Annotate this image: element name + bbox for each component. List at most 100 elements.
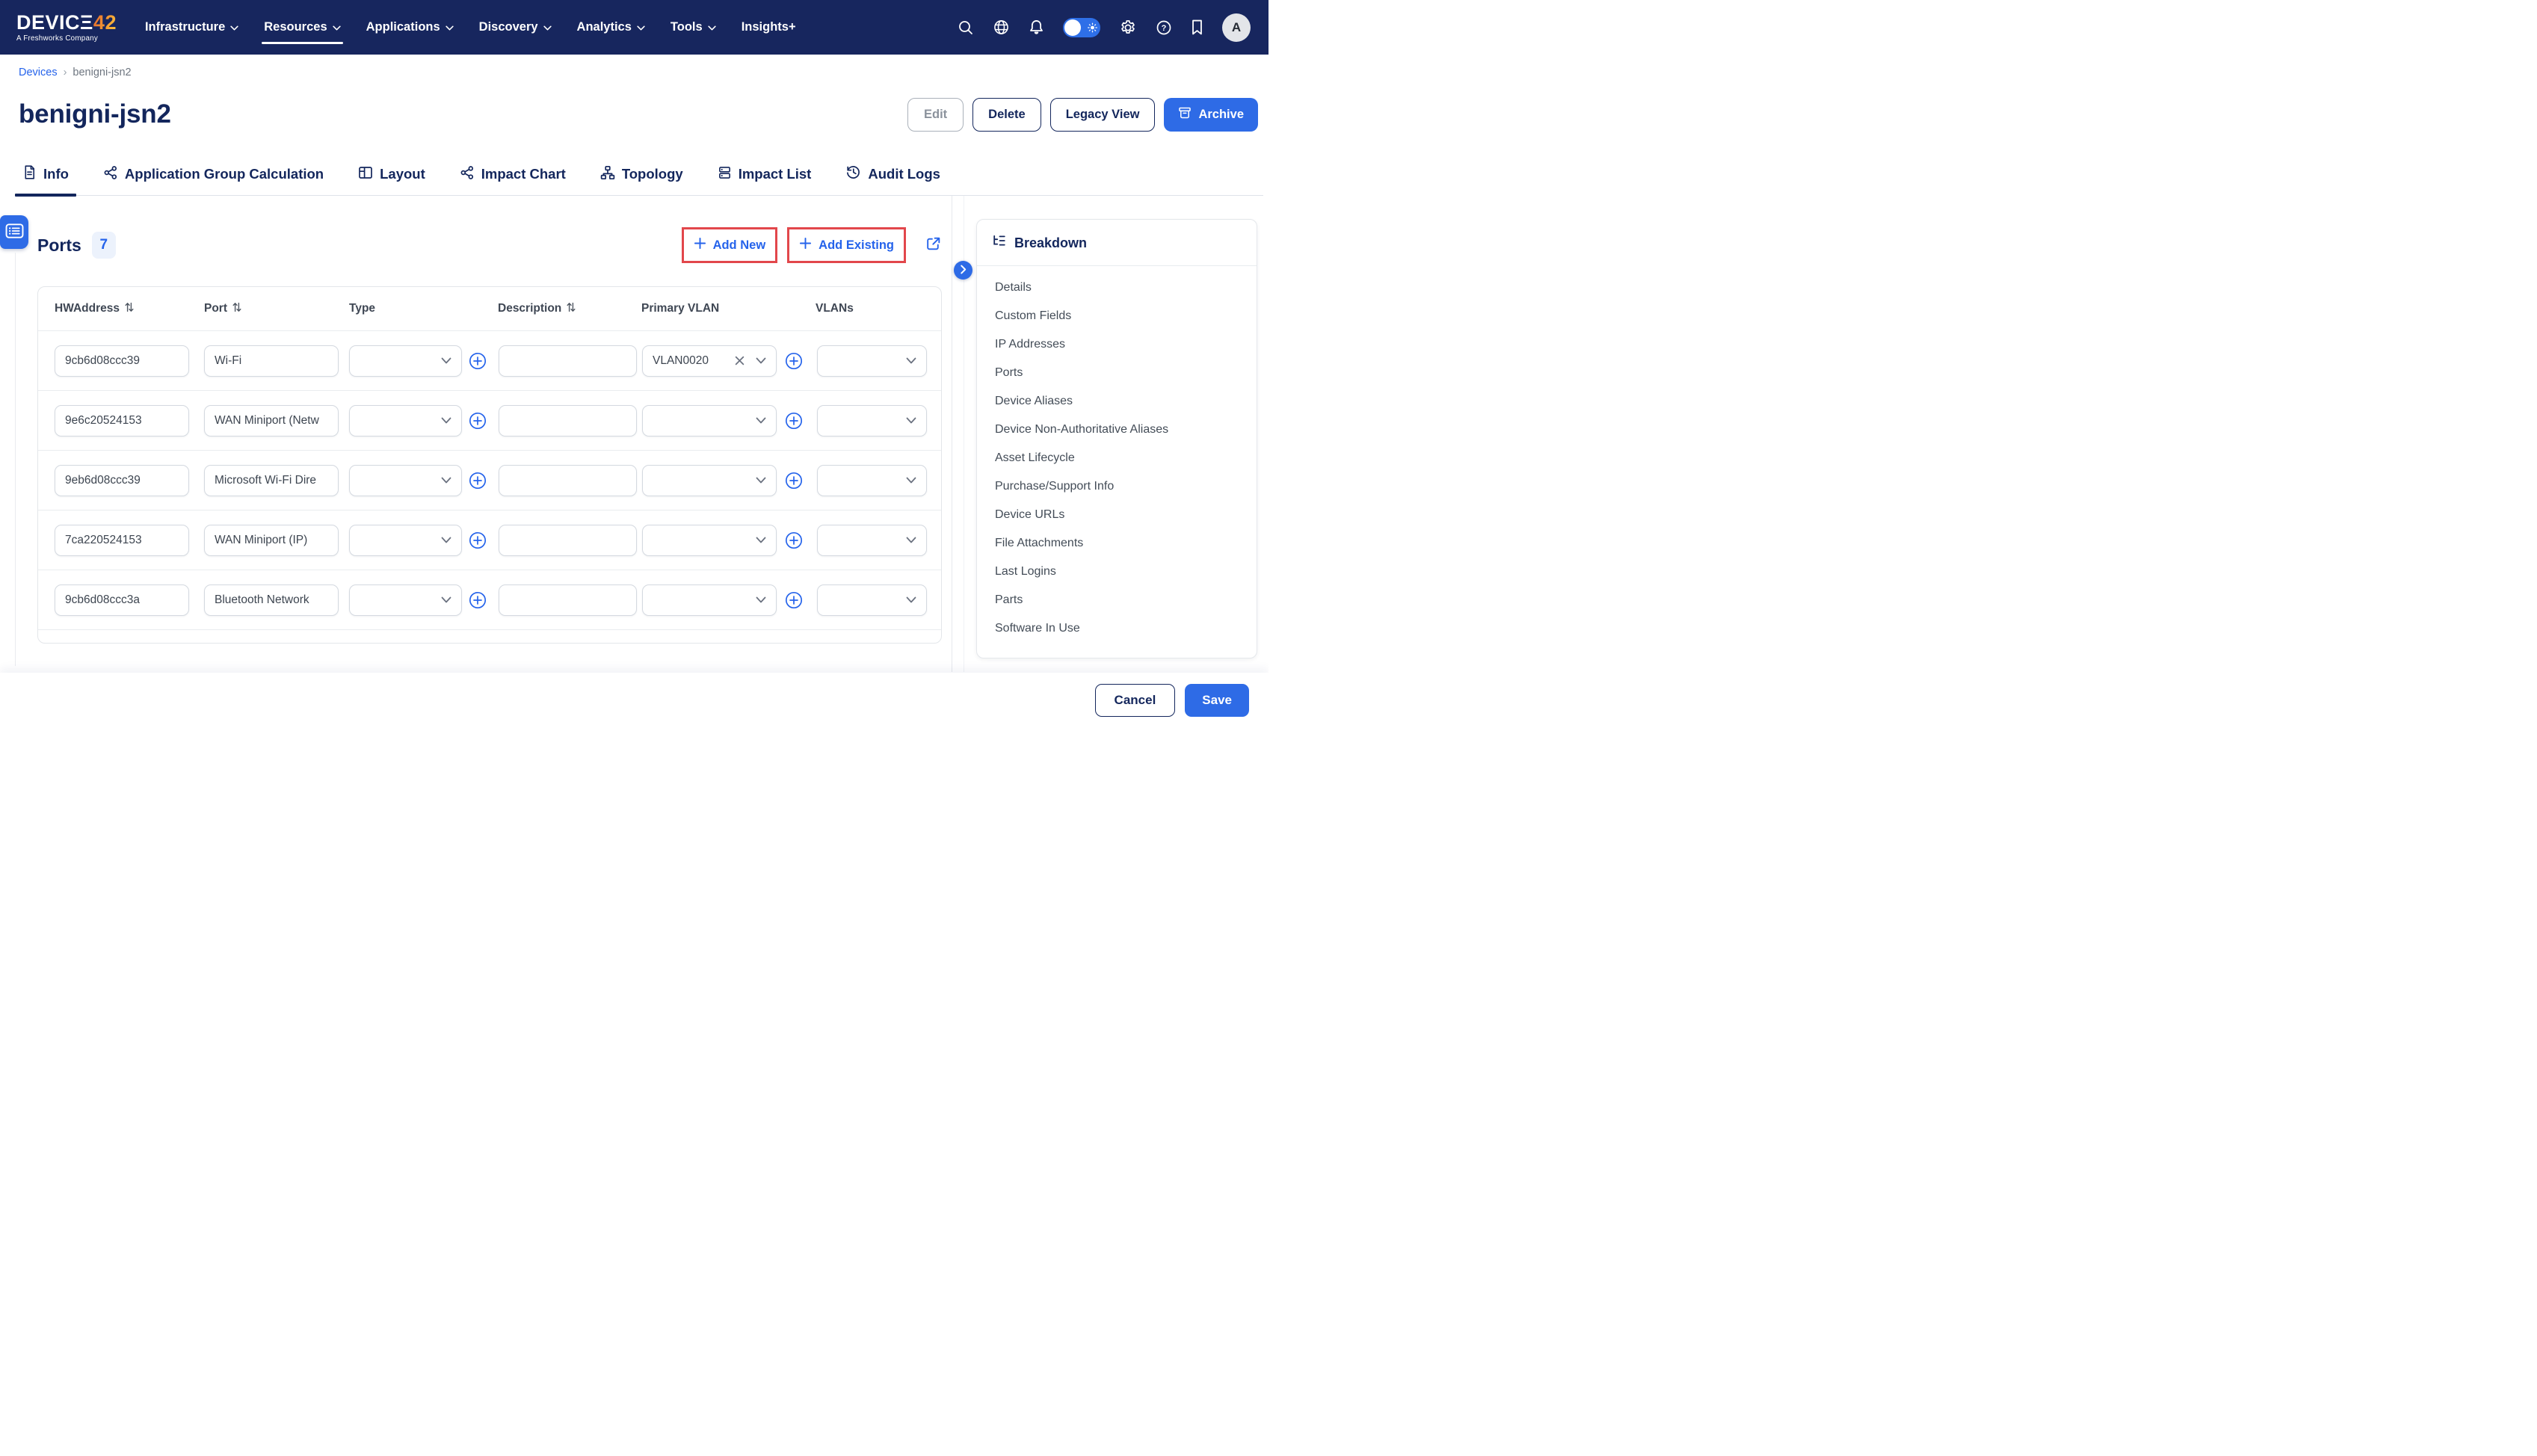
sort-icon[interactable]	[125, 302, 134, 316]
type-select[interactable]	[349, 405, 462, 437]
column-header-port[interactable]: Port	[204, 302, 339, 316]
add-type-button[interactable]	[469, 412, 487, 430]
add-vlan-button[interactable]	[785, 591, 803, 609]
sort-icon[interactable]	[232, 302, 241, 316]
primary-vlan-select[interactable]	[642, 525, 777, 556]
add-vlan-button[interactable]	[785, 531, 803, 549]
primary-vlan-select[interactable]	[642, 584, 777, 616]
nav-item-infrastructure[interactable]: Infrastructure	[145, 0, 238, 55]
hwaddress-input[interactable]: 9cb6d08ccc39	[55, 345, 189, 377]
description-input[interactable]	[499, 465, 637, 496]
nav-item-discovery[interactable]: Discovery	[479, 0, 552, 55]
port-input[interactable]: WAN Miniport (Netw	[204, 405, 339, 437]
hwaddress-input[interactable]: 9cb6d08ccc3a	[55, 584, 189, 616]
collapse-breakdown-button[interactable]	[954, 261, 972, 280]
add-vlan-button[interactable]	[785, 352, 803, 370]
breakdown-item-file-attachments[interactable]: File Attachments	[977, 529, 1257, 558]
description-input[interactable]	[499, 405, 637, 437]
breakdown-item-custom-fields[interactable]: Custom Fields	[977, 302, 1257, 330]
breakdown-item-details[interactable]: Details	[977, 274, 1257, 302]
breakdown-item-parts[interactable]: Parts	[977, 586, 1257, 614]
vlans-select[interactable]	[817, 405, 927, 437]
nav-item-tools[interactable]: Tools	[671, 0, 716, 55]
add-type-button[interactable]	[469, 472, 487, 490]
ports-section-header: Ports 7 Add New Add Existing	[37, 227, 942, 263]
add-type-button[interactable]	[469, 591, 487, 609]
cancel-button[interactable]: Cancel	[1095, 684, 1176, 717]
device42-logo[interactable]: DEVICΞ42 A Freshworks Company	[16, 13, 117, 43]
sort-icon[interactable]	[567, 302, 576, 316]
tab-impact-list[interactable]: Impact List	[718, 164, 812, 195]
tab-topology[interactable]: Topology	[600, 164, 683, 195]
hwaddress-input[interactable]: 7ca220524153	[55, 525, 189, 556]
delete-button[interactable]: Delete	[972, 98, 1041, 132]
breakdown-item-device-urls[interactable]: Device URLs	[977, 501, 1257, 529]
breakdown-item-purchase-support-info[interactable]: Purchase/Support Info	[977, 472, 1257, 501]
type-select[interactable]	[349, 525, 462, 556]
column-header-hwaddress[interactable]: HWAddress	[55, 302, 189, 316]
add-new-button[interactable]: Add New	[684, 229, 776, 261]
nav-item-analytics[interactable]: Analytics	[577, 0, 645, 55]
search-icon[interactable]	[958, 19, 974, 36]
vlans-select[interactable]	[817, 345, 927, 377]
bookmark-icon[interactable]	[1191, 19, 1203, 35]
port-input[interactable]: Bluetooth Network	[204, 584, 339, 616]
bell-icon[interactable]	[1029, 19, 1044, 36]
breakdown-item-last-logins[interactable]: Last Logins	[977, 558, 1257, 586]
primary-vlan-select[interactable]	[642, 405, 777, 437]
avatar[interactable]: A	[1222, 13, 1251, 42]
description-input[interactable]	[499, 345, 637, 377]
tab-impact-chart[interactable]: Impact Chart	[460, 164, 566, 195]
add-vlan-button[interactable]	[785, 472, 803, 490]
side-panel-toggle[interactable]	[0, 215, 28, 249]
add-vlan-button[interactable]	[785, 412, 803, 430]
legacy-view-button[interactable]: Legacy View	[1050, 98, 1156, 132]
archive-button[interactable]: Archive	[1164, 98, 1258, 132]
save-button[interactable]: Save	[1185, 684, 1249, 717]
breakdown-item-device-aliases[interactable]: Device Aliases	[977, 387, 1257, 416]
breakdown-item-asset-lifecycle[interactable]: Asset Lifecycle	[977, 444, 1257, 472]
chevron-down-icon	[756, 477, 766, 484]
tab-info[interactable]: Info	[22, 164, 69, 195]
breakdown-item-ports[interactable]: Ports	[977, 359, 1257, 387]
type-select[interactable]	[349, 465, 462, 496]
edit-button[interactable]: Edit	[907, 98, 964, 132]
type-select[interactable]	[349, 584, 462, 616]
add-type-button[interactable]	[469, 531, 487, 549]
description-input[interactable]	[499, 584, 637, 616]
nav-item-insights[interactable]: Insights+	[742, 0, 796, 55]
breakdown-item-ip-addresses[interactable]: IP Addresses	[977, 330, 1257, 359]
clear-icon[interactable]	[735, 356, 745, 365]
tab-application-group-calculation[interactable]: Application Group Calculation	[103, 164, 324, 195]
help-icon[interactable]: ?	[1156, 19, 1172, 36]
hwaddress-input[interactable]: 9e6c20524153	[55, 405, 189, 437]
hwaddress-input[interactable]: 9eb6d08ccc39	[55, 465, 189, 496]
tab-layout[interactable]: Layout	[358, 164, 425, 195]
port-input[interactable]: WAN Miniport (IP)	[204, 525, 339, 556]
breakdown-item-software-in-use[interactable]: Software In Use	[977, 614, 1257, 643]
vlans-select[interactable]	[817, 525, 927, 556]
nav-item-resources[interactable]: Resources	[264, 0, 340, 55]
vlans-select[interactable]	[817, 584, 927, 616]
add-type-button[interactable]	[469, 352, 487, 370]
globe-icon[interactable]	[993, 19, 1010, 36]
primary-vlan-select[interactable]: VLAN0020	[642, 345, 777, 377]
port-input[interactable]: Wi-Fi	[204, 345, 339, 377]
description-input[interactable]	[499, 525, 637, 556]
gear-icon[interactable]	[1119, 19, 1137, 37]
column-header-description[interactable]: Description	[498, 302, 636, 316]
nav-item-applications[interactable]: Applications	[366, 0, 454, 55]
toggle-knob	[1064, 19, 1081, 36]
breakdown-title: Breakdown	[1014, 235, 1087, 251]
tab-audit-logs[interactable]: Audit Logs	[845, 164, 940, 195]
port-input[interactable]: Microsoft Wi-Fi Dire	[204, 465, 339, 496]
vlans-select[interactable]	[817, 465, 927, 496]
breadcrumb-devices-link[interactable]: Devices	[19, 67, 58, 78]
primary-vlan-select[interactable]	[642, 465, 777, 496]
open-in-new-button[interactable]	[925, 235, 942, 255]
add-existing-button[interactable]: Add Existing	[789, 229, 904, 261]
breakdown-item-device-non-authoritative-aliases[interactable]: Device Non-Authoritative Aliases	[977, 416, 1257, 444]
theme-toggle[interactable]	[1063, 18, 1100, 37]
type-select[interactable]	[349, 345, 462, 377]
chevron-down-icon	[441, 537, 451, 543]
